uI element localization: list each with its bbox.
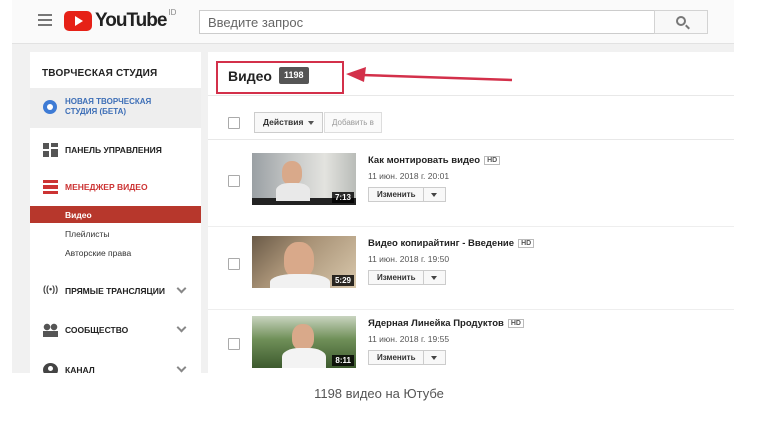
video-title-link[interactable]: Ядерная Линейка Продуктов HD [368, 318, 524, 329]
gear-icon [43, 100, 57, 114]
video-date: 11 июн. 2018 г. 20:01 [368, 171, 450, 181]
studio-screenshot: YouTube ID Введите запрос ТВОРЧЕСКАЯ СТУ… [12, 0, 734, 373]
select-all-checkbox[interactable] [228, 117, 240, 129]
add-to-button[interactable]: Добавить в [324, 112, 382, 133]
hd-badge: HD [484, 156, 501, 165]
edit-button[interactable]: Изменить [368, 350, 425, 365]
video-manager-icon [43, 180, 58, 194]
search-input[interactable]: Введите запрос [199, 10, 655, 34]
new-studio-label: НОВАЯ ТВОРЧЕСКАЯ СТУДИЯ (БЕТА) [65, 97, 152, 116]
channel-label: КАНАЛ [65, 365, 95, 373]
search-icon [676, 16, 686, 26]
top-bar: YouTube ID Введите запрос [12, 0, 734, 44]
video-title-link[interactable]: Как монтировать видео HD [368, 155, 501, 166]
edit-dropdown-button[interactable] [424, 350, 447, 365]
image-caption: 1198 видео на Ютубе [314, 386, 444, 401]
video-thumbnail[interactable]: 7:13 [252, 153, 356, 205]
community-icon [43, 323, 58, 337]
sidebar-item-video-manager[interactable]: МЕНЕДЖЕР ВИДЕО [30, 175, 201, 199]
video-list-panel: Видео 1198 Действия Добавить в 7:13 Как … [208, 52, 734, 373]
edit-button-group: Изменить [368, 270, 447, 285]
sidebar-item-community[interactable]: СООБЩЕСТВО [30, 318, 201, 342]
edit-dropdown-button[interactable] [424, 187, 447, 202]
edit-button-group: Изменить [368, 350, 447, 365]
video-thumbnail[interactable]: 5:29 [252, 236, 356, 288]
videos-toolbar: Действия Добавить в [208, 108, 734, 140]
sidebar-title: ТВОРЧЕСКАЯ СТУДИЯ [42, 68, 158, 79]
sidebar-subitem-playlists[interactable]: Плейлисты [30, 225, 201, 242]
video-manager-label: МЕНЕДЖЕР ВИДЕО [65, 182, 148, 192]
menu-icon[interactable] [38, 14, 52, 26]
sidebar: ТВОРЧЕСКАЯ СТУДИЯ НОВАЯ ТВОРЧЕСКАЯ СТУДИ… [30, 52, 201, 373]
dashboard-icon [43, 143, 58, 157]
actions-dropdown[interactable]: Действия [254, 112, 324, 133]
row-checkbox[interactable] [228, 258, 240, 270]
hd-badge: HD [518, 239, 535, 248]
community-label: СООБЩЕСТВО [65, 325, 129, 335]
chevron-down-icon[interactable] [176, 283, 187, 294]
edit-button[interactable]: Изменить [368, 187, 425, 202]
highlight-box [216, 61, 344, 94]
play-icon [64, 11, 92, 31]
chevron-down-icon [308, 120, 315, 125]
live-label: ПРЯМЫЕ ТРАНСЛЯЦИИ [65, 286, 165, 296]
sidebar-item-dashboard[interactable]: ПАНЕЛЬ УПРАВЛЕНИЯ [30, 138, 201, 162]
search-button[interactable] [654, 10, 708, 34]
video-thumbnail[interactable]: 8:11 [252, 316, 356, 368]
dashboard-label: ПАНЕЛЬ УПРАВЛЕНИЯ [65, 145, 162, 155]
duration-label: 7:13 [331, 192, 354, 203]
youtube-logo[interactable]: YouTube ID [64, 8, 177, 32]
video-date: 11 июн. 2018 г. 19:55 [368, 334, 450, 344]
region-code: ID [168, 8, 177, 17]
channel-icon [43, 363, 58, 373]
chevron-down-icon[interactable] [176, 322, 187, 333]
table-row: 5:29 Видео копирайтинг - Введение HD 11 и… [208, 228, 734, 310]
edit-dropdown-button[interactable] [424, 270, 447, 285]
sidebar-subitem-copyright[interactable]: Авторские права [30, 244, 201, 261]
sidebar-item-new-studio[interactable]: НОВАЯ ТВОРЧЕСКАЯ СТУДИЯ (БЕТА) [30, 88, 201, 128]
edit-button-group: Изменить [368, 187, 447, 202]
table-row: 7:13 Как монтировать видео HD 11 июн. 201… [208, 145, 734, 227]
video-title-link[interactable]: Видео копирайтинг - Введение HD [368, 238, 535, 249]
duration-label: 8:11 [332, 355, 354, 366]
row-checkbox[interactable] [228, 338, 240, 350]
duration-label: 5:29 [331, 275, 354, 286]
logo-text: YouTube [95, 10, 167, 31]
hd-badge: HD [507, 319, 524, 328]
videos-header: Видео 1198 [208, 52, 734, 96]
sidebar-subitem-videos[interactable]: Видео [30, 206, 201, 223]
sidebar-item-channel[interactable]: КАНАЛ [30, 358, 201, 373]
table-row: 8:11 Ядерная Линейка Продуктов HD 11 июн.… [208, 308, 734, 373]
edit-button[interactable]: Изменить [368, 270, 425, 285]
pointer-arrow-icon [346, 67, 513, 82]
row-checkbox[interactable] [228, 175, 240, 187]
sidebar-item-live[interactable]: ((•)) ПРЯМЫЕ ТРАНСЛЯЦИИ [30, 279, 201, 303]
chevron-down-icon[interactable] [176, 362, 187, 373]
video-date: 11 июн. 2018 г. 19:50 [368, 254, 450, 264]
live-broadcast-icon: ((•)) [43, 284, 59, 294]
